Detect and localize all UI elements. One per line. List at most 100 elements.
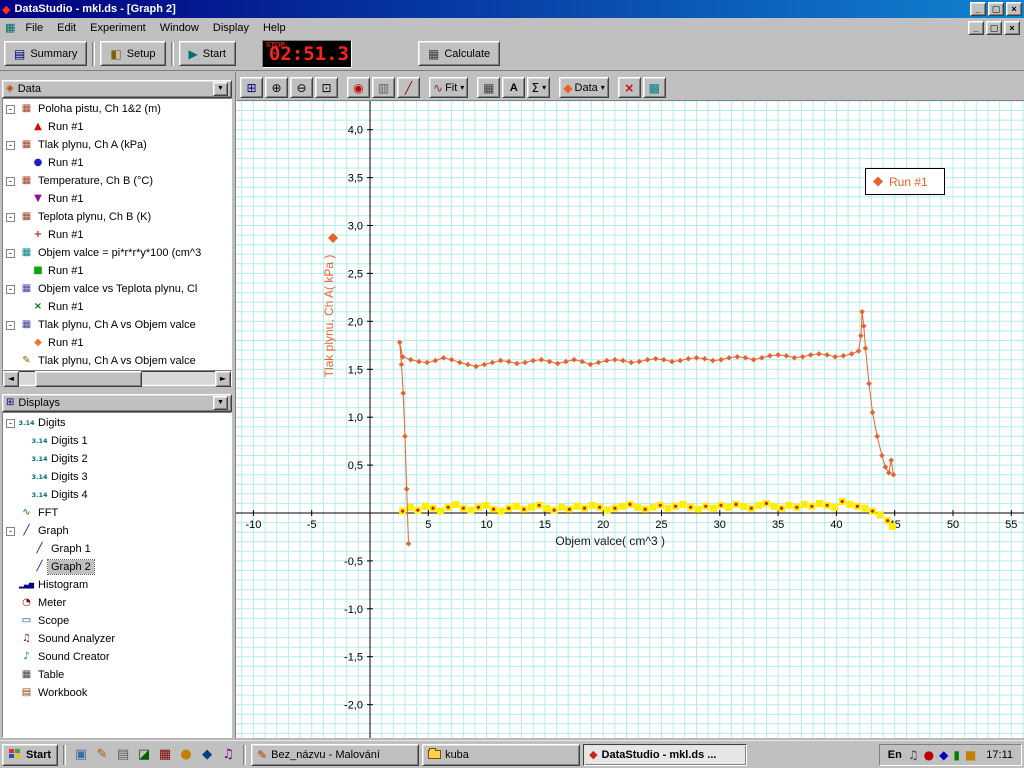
keyboard-layout-indicator[interactable]: En [888,749,902,761]
scrollbar-track[interactable] [19,371,215,385]
expand-box[interactable]: - [6,419,15,428]
child-minimize-button[interactable]: _ [968,21,984,35]
graph-plot[interactable]: -10-5510152025303540455055-2,0-1,5-1,0-0… [236,101,1024,740]
run-item[interactable]: +Run #1 [3,226,231,244]
smart-tool-button[interactable]: ◉ [347,77,370,98]
title-bar[interactable]: ◆ DataStudio - mkl.ds - [Graph 2] _ ▢ × [0,0,1024,18]
quicklaunch-icon-2[interactable]: ✎ [92,745,112,765]
calculate-button[interactable]: ▦ Calculate [418,41,500,66]
data-tree-item[interactable]: -▦Teplota plynu, Ch B (K) [3,208,231,226]
fit-menu-button[interactable]: ∿Fit▾ [429,77,468,98]
quicklaunch-icon-7[interactable]: ◆ [197,745,217,765]
expand-box[interactable]: - [6,177,15,186]
quicklaunch-icon-3[interactable]: ▤ [113,745,133,765]
scrollbar-thumb[interactable] [35,371,143,387]
child-close-button[interactable]: × [1004,21,1020,35]
expand-box[interactable]: - [6,141,15,150]
data-tree-item[interactable]: -▦Objem valce vs Teplota plynu, Cl [3,280,231,298]
quicklaunch-icon-8[interactable]: ♫ [218,745,238,765]
run-item[interactable]: ◆Run #1 [3,334,231,352]
x-axis-title[interactable]: Objem valce( cm^3 ) [555,534,665,548]
expand-box[interactable]: - [6,527,15,536]
expand-box[interactable]: - [6,285,15,294]
scroll-right-button[interactable]: ► [215,371,231,387]
minimize-button[interactable]: _ [970,2,986,16]
task-button[interactable]: ◆DataStudio - mkl.ds ... [583,744,747,766]
data-tree-item[interactable]: -▦Objem valce = pi*r*r*y*100 (cm^3 [3,244,231,262]
data-panel-dropdown-button[interactable]: ▼ [213,82,228,96]
data-panel-header[interactable]: ◈ Data ▼ [2,80,232,98]
quicklaunch-icon-4[interactable]: ◪ [134,745,154,765]
data-tree-item[interactable]: -▦Poloha pistu, Ch 1&2 (m) [3,100,231,118]
maximize-button[interactable]: ▢ [988,2,1004,16]
display-tree-item[interactable]: -╱Graph [3,522,231,540]
taskbar-clock[interactable]: 17:11 [986,749,1013,761]
scroll-left-button[interactable]: ◄ [3,371,19,387]
menu-file[interactable]: File [18,20,50,36]
setup-button[interactable]: ◧ Setup [100,41,165,66]
data-panel-hscrollbar[interactable]: ◄ ► [2,370,232,386]
expand-box[interactable]: - [6,213,15,222]
tray-icon-4[interactable]: ▮ [953,749,960,761]
statistics-button[interactable]: Σ▾ [527,77,550,98]
expand-box[interactable]: - [6,249,15,258]
display-tree-item[interactable]: ▤Workbook [3,684,231,702]
task-button[interactable]: ✎Bez_názvu - Malování [251,744,419,766]
displays-panel-dropdown-button[interactable]: ▼ [213,396,228,410]
delete-tool-button[interactable]: × [618,77,641,98]
task-button[interactable]: kuba [422,744,580,766]
note-tool-button[interactable]: ▥ [372,77,395,98]
run-item[interactable]: ●Run #1 [3,154,231,172]
quicklaunch-icon-5[interactable]: ▦ [155,745,175,765]
menu-window[interactable]: Window [153,20,206,36]
quicklaunch-icon-1[interactable]: ▣ [71,745,91,765]
display-tree-item[interactable]: ◔Meter [3,594,231,612]
display-tree-item[interactable]: -3.14Digits [3,414,231,432]
start-button[interactable]: ▶ Start [179,41,236,66]
run-item[interactable]: ▲Run #1 [3,118,231,136]
data-tree-item[interactable]: -▦Tlak plynu, Ch A (kPa) [3,136,231,154]
display-child-item[interactable]: 3.14Digits 4 [3,486,231,504]
display-tree-item[interactable]: ∿FFT [3,504,231,522]
displays-panel-header[interactable]: ⊞ Displays ▼ [2,394,232,412]
data-tree-item[interactable]: -▦Temperature, Ch B (°C) [3,172,231,190]
child-window-icon[interactable]: ▦ [5,21,15,34]
display-tree-item[interactable]: ▂▄▆Histogram [3,576,231,594]
zoom-in-button[interactable]: ⊕ [265,77,288,98]
display-child-item[interactable]: 3.14Digits 1 [3,432,231,450]
menu-edit[interactable]: Edit [50,20,83,36]
zoom-out-button[interactable]: ⊖ [290,77,313,98]
slope-tool-button[interactable]: ╱ [397,77,420,98]
zoom-select-button[interactable]: ⊡ [315,77,338,98]
tray-icon-2[interactable]: ● [924,749,934,761]
run-item[interactable]: ×Run #1 [3,298,231,316]
display-child-item[interactable]: ╱Graph 1 [3,540,231,558]
graph-settings-button[interactable]: ▩ [643,77,666,98]
data-menu-button[interactable]: ◆Data▾ [559,77,609,98]
tray-icon-1[interactable]: ♫ [908,749,919,761]
text-annotation-button[interactable]: A [502,77,525,98]
start-menu-button[interactable]: Start [2,744,58,766]
data-tree-item[interactable]: ✎Tlak plynu, Ch A vs Objem valce [3,352,231,370]
quicklaunch-icon-6[interactable]: ● [176,745,196,765]
display-tree-item[interactable]: ▭Scope [3,612,231,630]
display-child-item[interactable]: 3.14Digits 2 [3,450,231,468]
legend[interactable]: Run #1 [866,169,945,195]
scale-to-fit-button[interactable]: ⊞ [240,77,263,98]
tray-icon-5[interactable]: ■ [965,749,976,761]
child-restore-button[interactable]: ▢ [986,21,1002,35]
display-tree-item[interactable]: ▦Table [3,666,231,684]
menu-display[interactable]: Display [206,20,256,36]
run-item[interactable]: ▼Run #1 [3,190,231,208]
display-child-item[interactable]: 3.14Digits 3 [3,468,231,486]
close-button[interactable]: × [1006,2,1022,16]
summary-button[interactable]: ▤ Summary [4,41,87,66]
expand-box[interactable]: - [6,321,15,330]
y-axis-title[interactable]: Tlak plynu, Ch A( kPa ) [322,233,338,377]
display-tree-item[interactable]: ♫Sound Analyzer [3,630,231,648]
menu-help[interactable]: Help [256,20,293,36]
expand-box[interactable]: - [6,105,15,114]
chart-area[interactable]: -10-5510152025303540455055-2,0-1,5-1,0-0… [236,101,1024,740]
run-item[interactable]: ■Run #1 [3,262,231,280]
menu-experiment[interactable]: Experiment [83,20,153,36]
